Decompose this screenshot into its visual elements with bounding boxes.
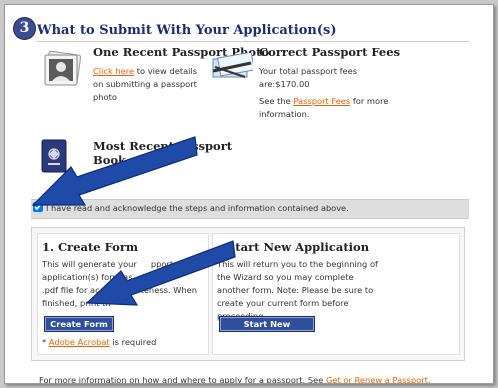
create-line1-end: pport xyxy=(150,259,174,269)
create-form-column: 1. Create Form This will generate your pp… xyxy=(37,233,209,355)
book-title-end: ssport xyxy=(192,139,233,153)
photo-description: Click here to view details on submitting… xyxy=(93,65,208,104)
start-new-title: Start New Application xyxy=(227,240,370,254)
book-title-line2: Book xyxy=(93,153,127,167)
acknowledge-checkbox[interactable] xyxy=(33,202,43,212)
start-new-column: Start New Application This will return y… xyxy=(212,233,460,355)
adobe-note-text: is required xyxy=(112,337,157,347)
book-title-start: Most Recent xyxy=(93,139,175,153)
acknowledge-bar: I have read and acknowledge the steps an… xyxy=(31,199,469,219)
actions-panel: 1. Create Form This will generate your pp… xyxy=(31,227,465,361)
create-line2: application(s) form as xyxy=(42,272,133,282)
create-form-title: 1. Create Form xyxy=(42,240,139,254)
section-title: What to Submit With Your Application(s) xyxy=(37,23,336,38)
create-line4: finished, print th xyxy=(42,298,111,308)
create-form-description: This will generate your pport application… xyxy=(42,258,212,310)
adobe-note: * Adobe Acrobat is required xyxy=(42,336,156,349)
adobe-acrobat-link[interactable]: Adobe Acrobat xyxy=(49,337,110,347)
fees-title: Correct Passport Fees xyxy=(259,45,401,59)
footer-text: For more information on how and where to… xyxy=(39,375,431,384)
footer-sentence: For more information on how and where to… xyxy=(39,375,324,384)
step-number-badge: 3 xyxy=(13,17,36,40)
passport-fee-icon xyxy=(211,51,255,83)
create-line2-end: the xyxy=(156,272,171,282)
acknowledge-label: I have read and acknowledge the steps an… xyxy=(46,203,349,213)
passport-fees-link[interactable]: Passport Fees xyxy=(293,96,350,106)
section-title-what: What to Submit xyxy=(37,23,152,38)
passport-book-icon xyxy=(41,139,67,173)
photo-icon xyxy=(41,49,83,91)
fees-more-info: See the Passport Fees for more informati… xyxy=(259,95,389,121)
adobe-note-asterisk: * xyxy=(42,337,47,347)
photo-click-here-link[interactable]: Click here xyxy=(93,66,134,76)
fees-see-text: See the xyxy=(259,96,291,106)
section-divider xyxy=(37,41,469,42)
section-title-rest: With Your Application(s) xyxy=(156,23,337,38)
start-new-application-button[interactable]: Start New Application xyxy=(219,316,315,343)
create-line1: This will generate your xyxy=(42,259,137,269)
fees-total: Your total passport fees are:$170.00 xyxy=(259,66,358,89)
create-line3-end: teness. When xyxy=(140,285,198,295)
create-form-button[interactable]: Create Form xyxy=(44,316,114,332)
book-title: Most Recent ssport Book xyxy=(93,139,232,167)
page: 3 What to Submit With Your Application(s… xyxy=(4,4,494,384)
create-line3: .pdf file for accurac xyxy=(42,285,123,295)
get-or-renew-passport-link[interactable]: Get or Renew a Passport. xyxy=(326,375,431,383)
start-new-description: This will return you to the beginning of… xyxy=(217,259,378,321)
